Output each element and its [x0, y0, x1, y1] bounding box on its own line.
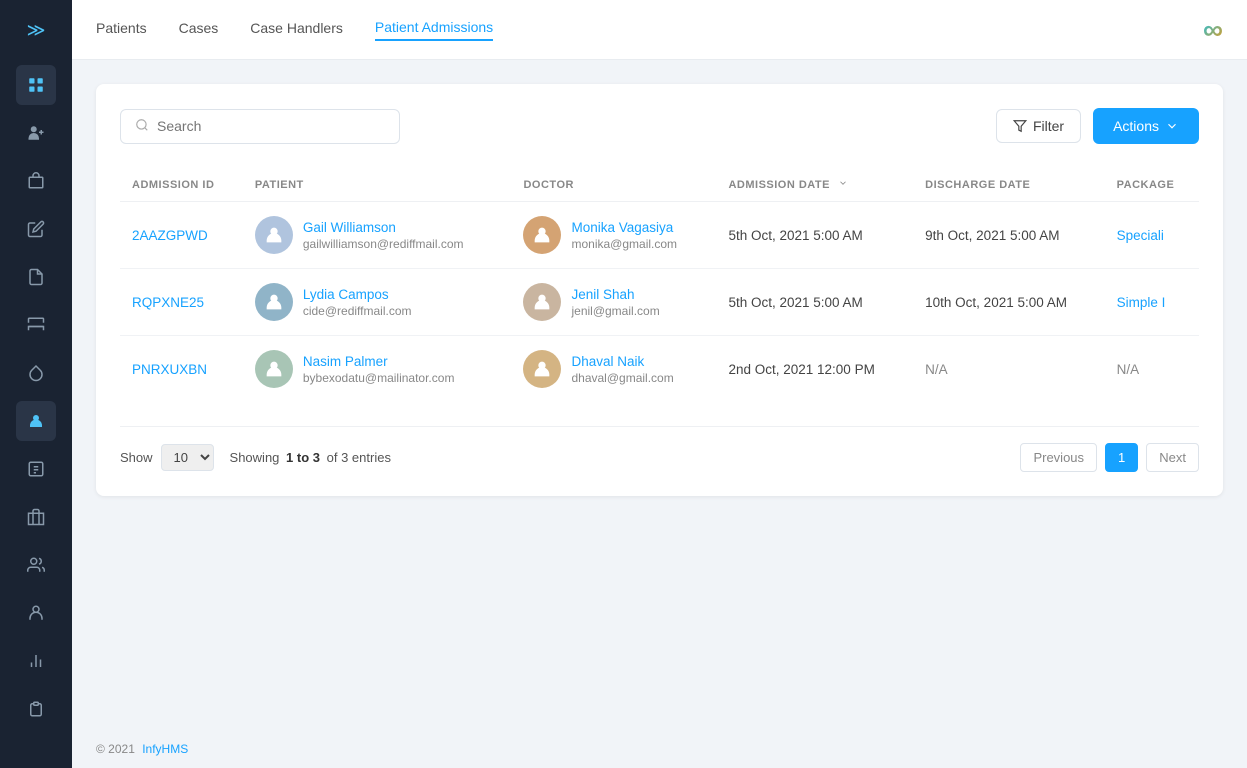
search-input[interactable] [157, 118, 385, 134]
nav-patient-admissions[interactable]: Patient Admissions [375, 19, 493, 41]
doctor-name[interactable]: Jenil Shah [571, 287, 659, 302]
report-icon[interactable] [16, 449, 56, 489]
building-icon[interactable] [16, 497, 56, 537]
search-icon [135, 118, 149, 135]
cell-discharge-date: N/A [913, 336, 1104, 403]
cell-patient: Lydia Campos cide@rediffmail.com [243, 269, 512, 336]
drop-icon[interactable] [16, 353, 56, 393]
table-row: 2AAZGPWD Gail Williamson gailwilliamson@… [120, 202, 1199, 269]
col-doctor: DOCTOR [511, 168, 716, 202]
patient-name[interactable]: Lydia Campos [303, 287, 412, 302]
page-content: Filter Actions ADMISSION ID PATIENT DOCT… [72, 60, 1247, 730]
patient-avatar [255, 283, 293, 321]
main-content: Patients Cases Case Handlers Patient Adm… [72, 0, 1247, 768]
bed-icon[interactable] [16, 305, 56, 345]
table-row: PNRXUXBN Nasim Palmer bybexodatu@mailina… [120, 336, 1199, 403]
toolbar-right: Filter Actions [996, 108, 1199, 144]
sidebar-toggle[interactable]: ≫ [19, 12, 54, 49]
dashboard-icon[interactable] [16, 65, 56, 105]
doctor-info: Jenil Shah jenil@gmail.com [571, 287, 659, 318]
col-admission-date[interactable]: ADMISSION DATE [716, 168, 913, 202]
cell-package[interactable]: Simple I [1105, 269, 1199, 336]
cell-admission-date: 5th Oct, 2021 5:00 AM [716, 202, 913, 269]
user-medical-icon[interactable] [16, 401, 56, 441]
filter-icon [1013, 119, 1027, 133]
patient-info: Lydia Campos cide@rediffmail.com [303, 287, 412, 318]
doctor-avatar [523, 350, 561, 388]
doctor-name[interactable]: Monika Vagasiya [571, 220, 677, 235]
cell-admission-date: 5th Oct, 2021 5:00 AM [716, 269, 913, 336]
doctor-info: Dhaval Naik dhaval@gmail.com [571, 354, 673, 385]
patient-name[interactable]: Nasim Palmer [303, 354, 455, 369]
cell-admission-id[interactable]: RQPXNE25 [120, 269, 243, 336]
document-icon[interactable] [16, 257, 56, 297]
doctor-avatar [523, 216, 561, 254]
admissions-card: Filter Actions ADMISSION ID PATIENT DOCT… [96, 84, 1223, 496]
patient-avatar [255, 216, 293, 254]
doctor-info: Monika Vagasiya monika@gmail.com [571, 220, 677, 251]
doctor-email: jenil@gmail.com [571, 304, 659, 318]
patient-email: bybexodatu@mailinator.com [303, 371, 455, 385]
patient-name[interactable]: Gail Williamson [303, 220, 464, 235]
patient-email: cide@rediffmail.com [303, 304, 412, 318]
cell-package: N/A [1105, 336, 1199, 403]
logo: ∞ [1203, 14, 1223, 46]
sort-icon [838, 178, 848, 188]
cell-admission-date: 2nd Oct, 2021 12:00 PM [716, 336, 913, 403]
nav-case-handlers[interactable]: Case Handlers [250, 20, 343, 40]
patient-avatar [255, 350, 293, 388]
previous-button[interactable]: Previous [1020, 443, 1097, 472]
filter-button[interactable]: Filter [996, 109, 1081, 143]
doctor-email: monika@gmail.com [571, 237, 677, 251]
nav-patients[interactable]: Patients [96, 20, 147, 40]
chevron-down-icon [1165, 119, 1179, 133]
top-navigation: Patients Cases Case Handlers Patient Adm… [72, 0, 1247, 60]
show-entries: Show 10 25 50 [120, 444, 214, 471]
col-patient: PATIENT [243, 168, 512, 202]
user2-icon[interactable] [16, 593, 56, 633]
cell-doctor: Monika Vagasiya monika@gmail.com [511, 202, 716, 269]
col-discharge-date: DISCHARGE DATE [913, 168, 1104, 202]
admissions-table: ADMISSION ID PATIENT DOCTOR ADMISSION DA… [120, 168, 1199, 402]
doctor-avatar [523, 283, 561, 321]
cell-discharge-date: 10th Oct, 2021 5:00 AM [913, 269, 1104, 336]
sidebar: ≫ [0, 0, 72, 768]
entries-per-page-select[interactable]: 10 25 50 [161, 444, 214, 471]
table-row: RQPXNE25 Lydia Campos cide@rediffmail.co… [120, 269, 1199, 336]
page-1-button[interactable]: 1 [1105, 443, 1138, 472]
next-button[interactable]: Next [1146, 443, 1199, 472]
nav-links: Patients Cases Case Handlers Patient Adm… [96, 19, 493, 41]
clipboard-icon[interactable] [16, 689, 56, 729]
cell-patient: Gail Williamson gailwilliamson@rediffmai… [243, 202, 512, 269]
cell-package[interactable]: Speciali [1105, 202, 1199, 269]
cell-patient: Nasim Palmer bybexodatu@mailinator.com [243, 336, 512, 403]
toolbar: Filter Actions [120, 108, 1199, 144]
edit-icon[interactable] [16, 209, 56, 249]
cell-doctor: Jenil Shah jenil@gmail.com [511, 269, 716, 336]
table-header: ADMISSION ID PATIENT DOCTOR ADMISSION DA… [120, 168, 1199, 202]
cases-icon[interactable] [16, 161, 56, 201]
patients-icon[interactable] [16, 113, 56, 153]
footer: © 2021 InfyHMS [72, 730, 1247, 768]
pagination-bar: Show 10 25 50 Showing 1 to 3 of 3 entrie… [120, 426, 1199, 472]
pagination-nav: Previous 1 Next [1020, 443, 1199, 472]
cell-admission-id[interactable]: PNRXUXBN [120, 336, 243, 403]
team-icon[interactable] [16, 545, 56, 585]
patient-info: Gail Williamson gailwilliamson@rediffmai… [303, 220, 464, 251]
cell-admission-id[interactable]: 2AAZGPWD [120, 202, 243, 269]
entries-info: Showing 1 to 3 of 3 entries [230, 450, 391, 465]
search-box[interactable] [120, 109, 400, 144]
col-admission-id: ADMISSION ID [120, 168, 243, 202]
actions-button[interactable]: Actions [1093, 108, 1199, 144]
cell-discharge-date: 9th Oct, 2021 5:00 AM [913, 202, 1104, 269]
doctor-email: dhaval@gmail.com [571, 371, 673, 385]
patient-email: gailwilliamson@rediffmail.com [303, 237, 464, 251]
table-body: 2AAZGPWD Gail Williamson gailwilliamson@… [120, 202, 1199, 403]
patient-info: Nasim Palmer bybexodatu@mailinator.com [303, 354, 455, 385]
cell-doctor: Dhaval Naik dhaval@gmail.com [511, 336, 716, 403]
chart-icon[interactable] [16, 641, 56, 681]
doctor-name[interactable]: Dhaval Naik [571, 354, 673, 369]
nav-cases[interactable]: Cases [179, 20, 219, 40]
col-package: PACKAGE [1105, 168, 1199, 202]
